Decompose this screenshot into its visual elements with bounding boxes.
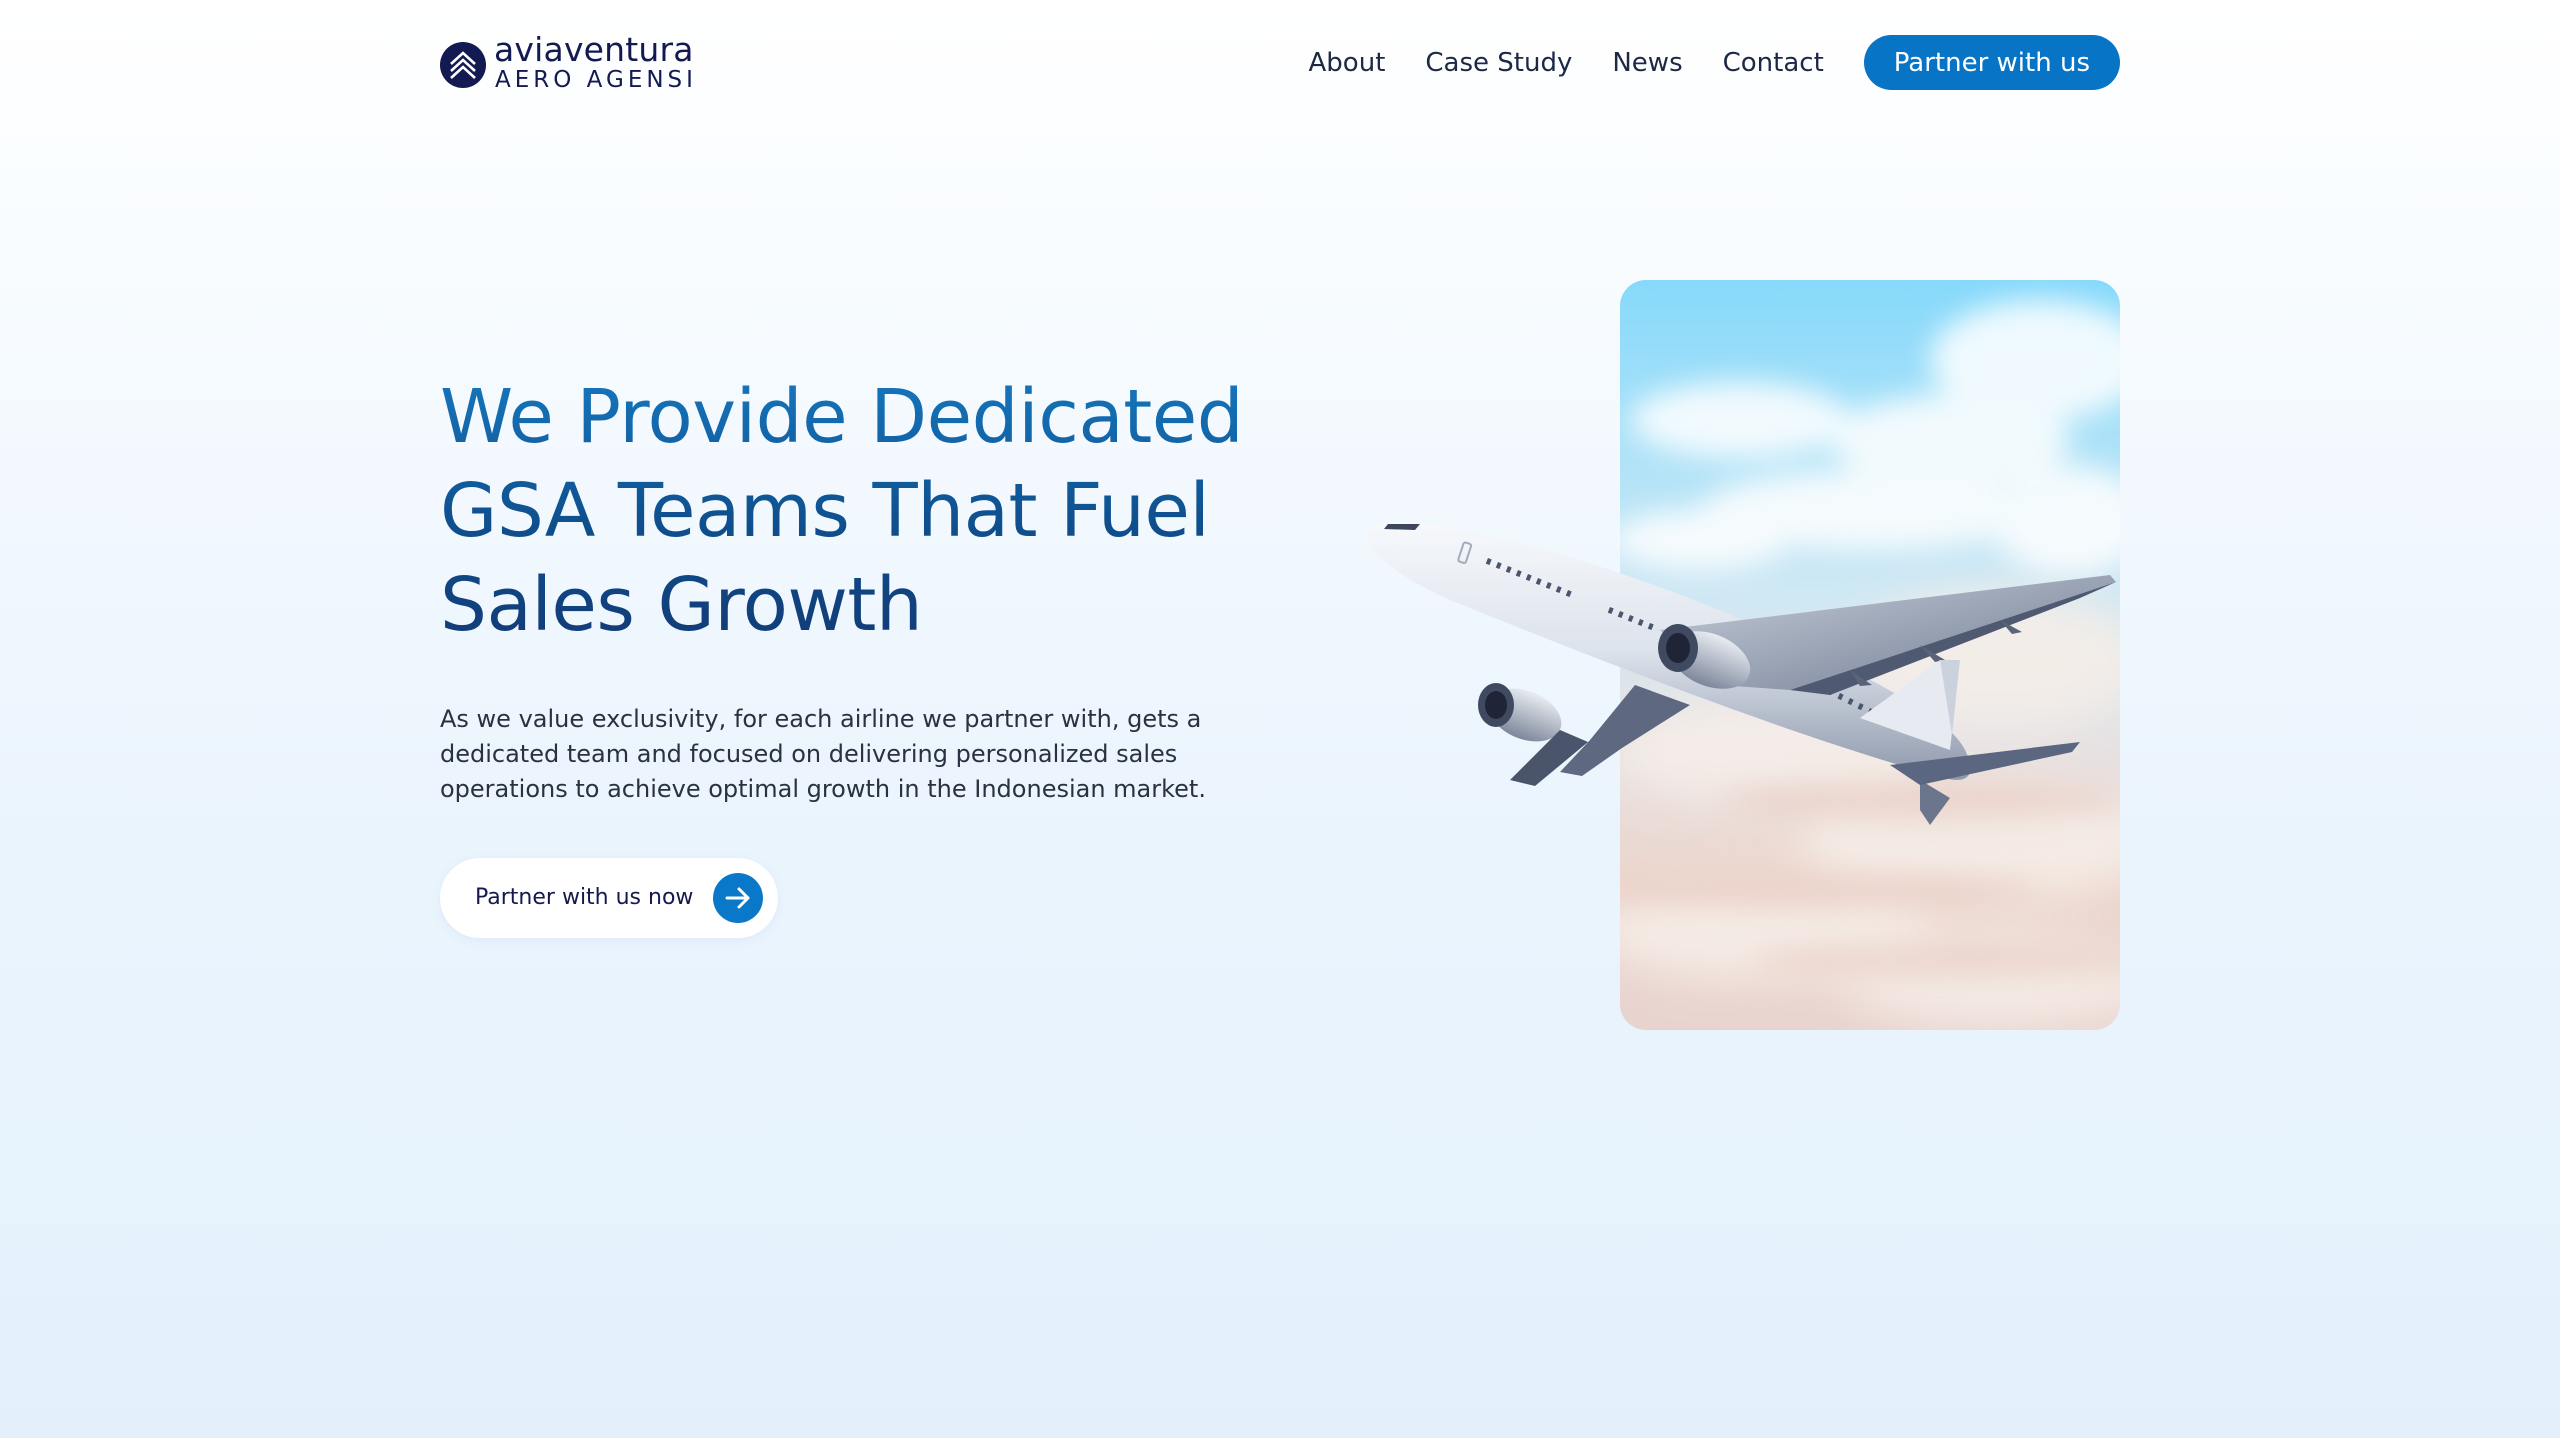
brand-name: aviaventura	[494, 30, 694, 69]
hero-description-line: As we value exclusivity, for each airlin…	[440, 705, 1202, 733]
partner-button[interactable]: Partner with us	[1863, 35, 2120, 90]
hero-headline-line: We Provide Dedicated	[440, 374, 1244, 460]
nav-link-contact[interactable]: Contact	[1723, 48, 1824, 78]
site-header: aviaventura AERO AGENSI About Case Study…	[440, 0, 2120, 124]
hero-headline-line: GSA Teams That Fuel	[440, 468, 1210, 554]
airplane-icon	[1366, 521, 2116, 825]
partner-now-label: Partner with us now	[475, 885, 694, 910]
chevron-up-emblem-icon	[440, 42, 486, 88]
nav-link-about[interactable]: About	[1309, 48, 1386, 78]
nav-link-case-study[interactable]: Case Study	[1425, 48, 1572, 78]
hero-description-line: dedicated team and focused on delivering…	[440, 740, 1178, 768]
partner-now-button[interactable]: Partner with us now	[440, 858, 778, 938]
hero-description: As we value exclusivity, for each airlin…	[440, 702, 1220, 807]
main-nav: About Case Study News Contact Partner wi…	[1309, 35, 2120, 90]
hero-headline-line: Sales Growth	[440, 562, 923, 648]
hero-description-line: operations to achieve optimal growth in …	[440, 775, 1206, 803]
hero-image	[1360, 280, 2120, 1030]
brand-logo[interactable]: aviaventura AERO AGENSI	[440, 30, 700, 94]
nav-link-news[interactable]: News	[1612, 48, 1682, 78]
arrow-right-icon	[713, 873, 763, 923]
hero-headline: We Provide Dedicated GSA Teams That Fuel…	[440, 370, 1340, 652]
brand-subtitle: AERO AGENSI	[495, 67, 697, 93]
